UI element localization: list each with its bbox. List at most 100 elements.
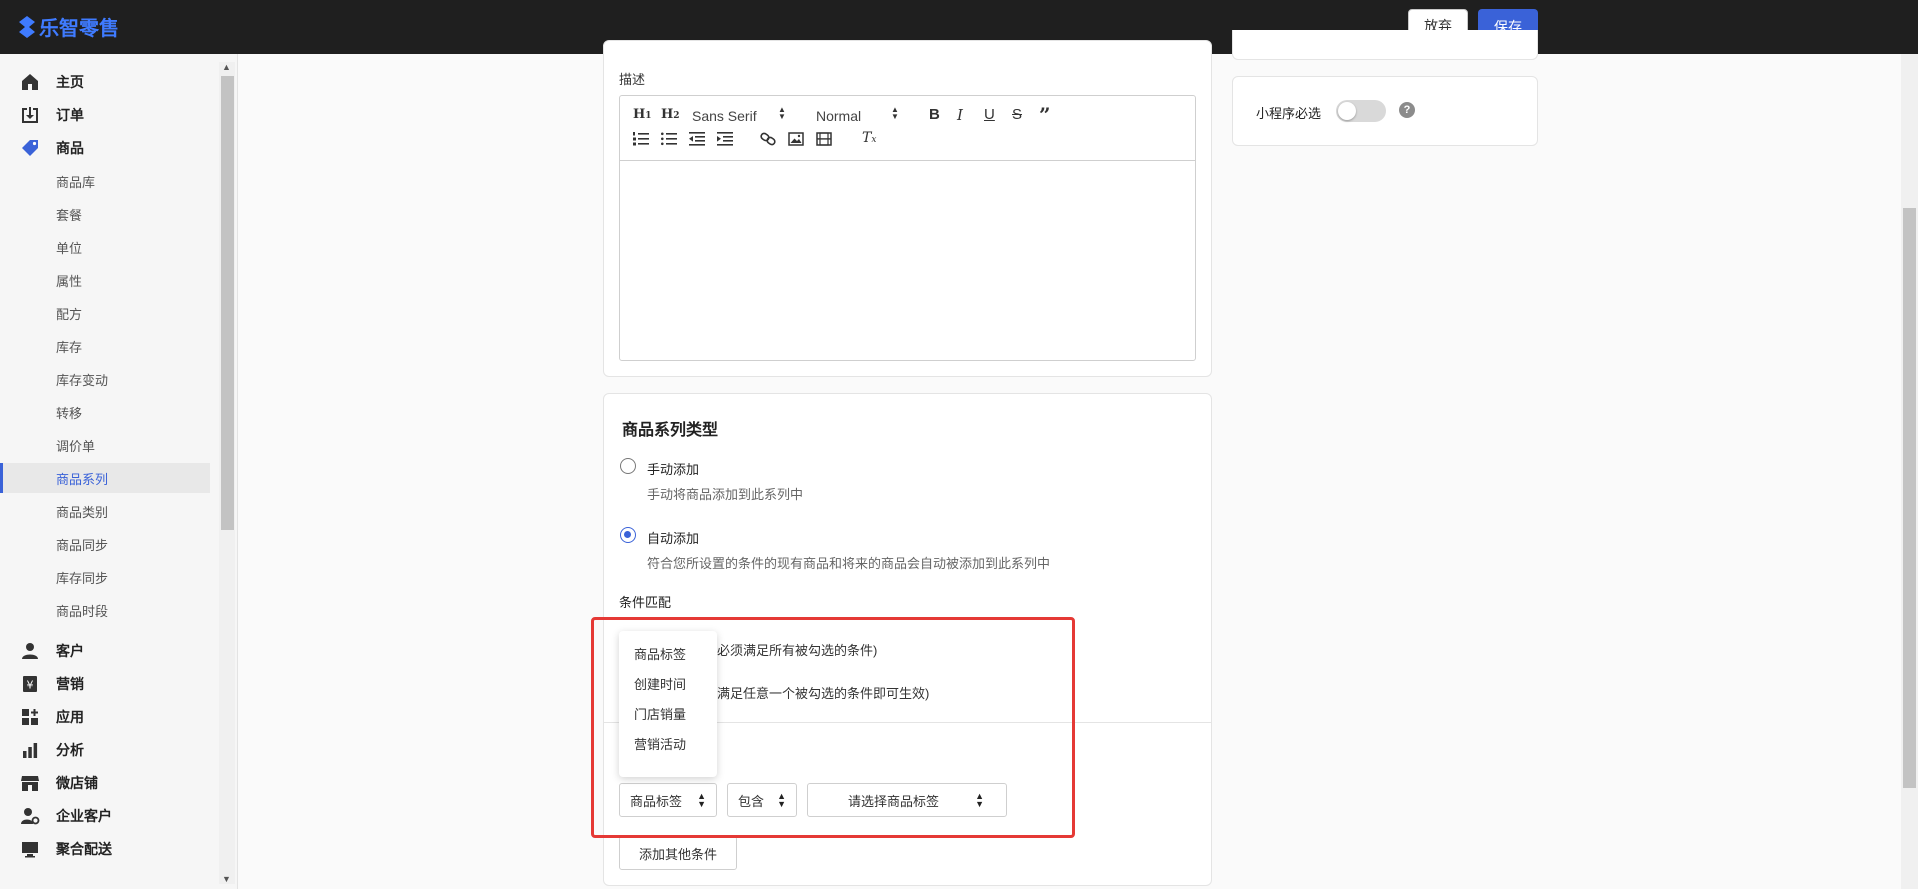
font-family-chevron-icon: ▲ ▼: [778, 105, 786, 121]
scroll-up-arrow-icon[interactable]: ▲: [222, 62, 231, 72]
svg-text:¥: ¥: [27, 679, 34, 692]
sidebar-subitem-label: 配方: [56, 306, 83, 322]
bullet-list-icon[interactable]: [661, 132, 677, 146]
h2-icon[interactable]: H2: [661, 107, 680, 122]
sidebar-item-label: 商品: [56, 140, 84, 156]
strikethrough-icon[interactable]: S: [1012, 106, 1022, 123]
bold-icon[interactable]: B: [929, 106, 940, 123]
sidebar-item-home[interactable]: 主页: [0, 67, 210, 97]
sidebar-subitem-label: 调价单: [56, 438, 96, 454]
sidebar-item-label: 分析: [56, 742, 84, 758]
tag-icon: [22, 140, 38, 156]
sidebar-item-micro-store[interactable]: 微店铺: [0, 768, 210, 798]
sidebar-item-label: 营销: [56, 676, 84, 692]
underline-icon[interactable]: U: [984, 106, 995, 123]
sidebar-item-orders[interactable]: 订单: [0, 100, 210, 130]
condition-match-label: 条件匹配: [619, 595, 672, 610]
font-size-chevron-icon: ▲ ▼: [891, 105, 899, 121]
sidebar-subitem-label: 商品类别: [56, 504, 109, 520]
sidebar-subitem-recipe[interactable]: 配方: [0, 298, 210, 328]
side-top-card: [1232, 30, 1538, 60]
sidebar-subitem-label: 套餐: [56, 207, 83, 223]
editor-toolbar-divider: [620, 160, 1195, 161]
sidebar-item-customers[interactable]: 客户: [0, 636, 210, 666]
mini-program-label: 小程序必选: [1256, 106, 1322, 121]
italic-icon[interactable]: I: [957, 106, 963, 124]
auto-add-radio[interactable]: [620, 527, 636, 543]
user-cog-icon: [21, 808, 40, 825]
link-icon[interactable]: [760, 132, 776, 146]
outdent-icon[interactable]: [689, 132, 705, 146]
sidebar-subitem-product-timeslot[interactable]: 商品时段: [0, 595, 210, 625]
manual-add-radio[interactable]: [620, 458, 636, 474]
sidebar-item-delivery[interactable]: 聚合配送: [0, 834, 210, 864]
sidebar-subitem-price-adjust[interactable]: 调价单: [0, 430, 210, 460]
yen-icon: ¥: [23, 676, 37, 692]
sidebar-subitem-label: 属性: [56, 273, 83, 289]
sidebar-subitem-label: 商品时段: [56, 603, 109, 619]
sidebar-subitem-label: 商品同步: [56, 537, 109, 553]
help-icon[interactable]: ?: [1399, 102, 1415, 118]
sidebar-item-products[interactable]: 商品: [0, 133, 210, 163]
store-icon: [21, 776, 39, 791]
sidebar-subitem-label: 转移: [56, 405, 83, 421]
h1-icon[interactable]: H1: [633, 107, 652, 122]
sidebar-item-label: 主页: [56, 74, 84, 90]
sidebar-subitem-transfer[interactable]: 转移: [0, 397, 210, 427]
add-condition-button[interactable]: 添加其他条件: [619, 836, 737, 870]
sidebar-subitem-unit[interactable]: 单位: [0, 232, 210, 262]
manual-add-description: 手动将商品添加到此系列中: [647, 487, 804, 502]
video-icon[interactable]: [816, 132, 832, 146]
sidebar-subitem-product-library[interactable]: 商品库: [0, 166, 210, 196]
sidebar-subitem-label: 库存变动: [56, 372, 109, 388]
image-icon[interactable]: [788, 132, 804, 146]
mini-program-toggle[interactable]: [1336, 100, 1386, 122]
font-family-select[interactable]: Sans Serif: [692, 108, 757, 124]
sidebar-item-marketing[interactable]: ¥ 营销: [0, 669, 210, 699]
highlight-annotation-box: [591, 617, 1075, 838]
sidebar-subitem-label: 单位: [56, 240, 83, 256]
sidebar-subitem-product-category[interactable]: 商品类别: [0, 496, 210, 526]
sidebar-subitem-label: 商品系列: [56, 471, 109, 487]
sidebar-item-label: 客户: [56, 643, 84, 659]
indent-icon[interactable]: [717, 132, 733, 146]
logo-icon: [19, 15, 35, 38]
sidebar-subitem-label: 库存同步: [56, 570, 109, 586]
description-label: 描述: [619, 72, 646, 87]
sidebar-item-enterprise-customers[interactable]: 企业客户: [0, 801, 210, 831]
sidebar-subitem-inventory-change[interactable]: 库存变动: [0, 364, 210, 394]
monitor-icon: [22, 842, 38, 858]
ordered-list-icon[interactable]: [633, 132, 649, 146]
sidebar-subitem-product-series[interactable]: 商品系列: [0, 463, 210, 493]
blockquote-icon[interactable]: ”: [1039, 103, 1051, 127]
apps-icon: [22, 709, 38, 725]
brand-logo[interactable]: 乐智零售: [18, 12, 119, 41]
home-icon: [22, 74, 38, 90]
person-icon: [22, 643, 38, 659]
font-size-select[interactable]: Normal: [816, 108, 861, 124]
sidebar-subitem-inventory[interactable]: 库存: [0, 331, 210, 361]
font-size-value: Normal: [816, 108, 862, 124]
sidebar-item-label: 订单: [56, 107, 84, 123]
sidebar-subitem-label: 库存: [56, 339, 83, 355]
sidebar-subitem-label: 商品库: [56, 174, 96, 190]
brand-name: 乐智零售: [39, 18, 119, 40]
auto-add-label[interactable]: 自动添加: [647, 528, 699, 547]
series-type-title: 商品系列类型: [622, 422, 719, 439]
sidebar-subitem-product-sync[interactable]: 商品同步: [0, 529, 210, 559]
clear-format-icon[interactable]: Tx: [862, 130, 876, 146]
manual-add-label[interactable]: 手动添加: [647, 459, 699, 478]
sidebar-item-label: 应用: [56, 709, 84, 725]
scroll-down-arrow-icon[interactable]: ▼: [222, 874, 231, 884]
auto-add-description: 符合您所设置的条件的现有商品和将来的商品会自动被添加到此系列中: [647, 556, 1051, 571]
page-scrollbar-thumb[interactable]: [1903, 208, 1916, 788]
sidebar-scrollbar-thumb[interactable]: [221, 76, 234, 530]
sidebar-item-label: 企业客户: [56, 808, 112, 824]
rich-text-editor: [619, 95, 1196, 361]
sidebar-item-analytics[interactable]: 分析: [0, 735, 210, 765]
sidebar-subitem-bundle[interactable]: 套餐: [0, 199, 210, 229]
sidebar-subitem-attribute[interactable]: 属性: [0, 265, 210, 295]
sidebar-item-apps[interactable]: 应用: [0, 702, 210, 732]
sidebar-item-label: 微店铺: [56, 775, 98, 791]
sidebar-subitem-inventory-sync[interactable]: 库存同步: [0, 562, 210, 592]
